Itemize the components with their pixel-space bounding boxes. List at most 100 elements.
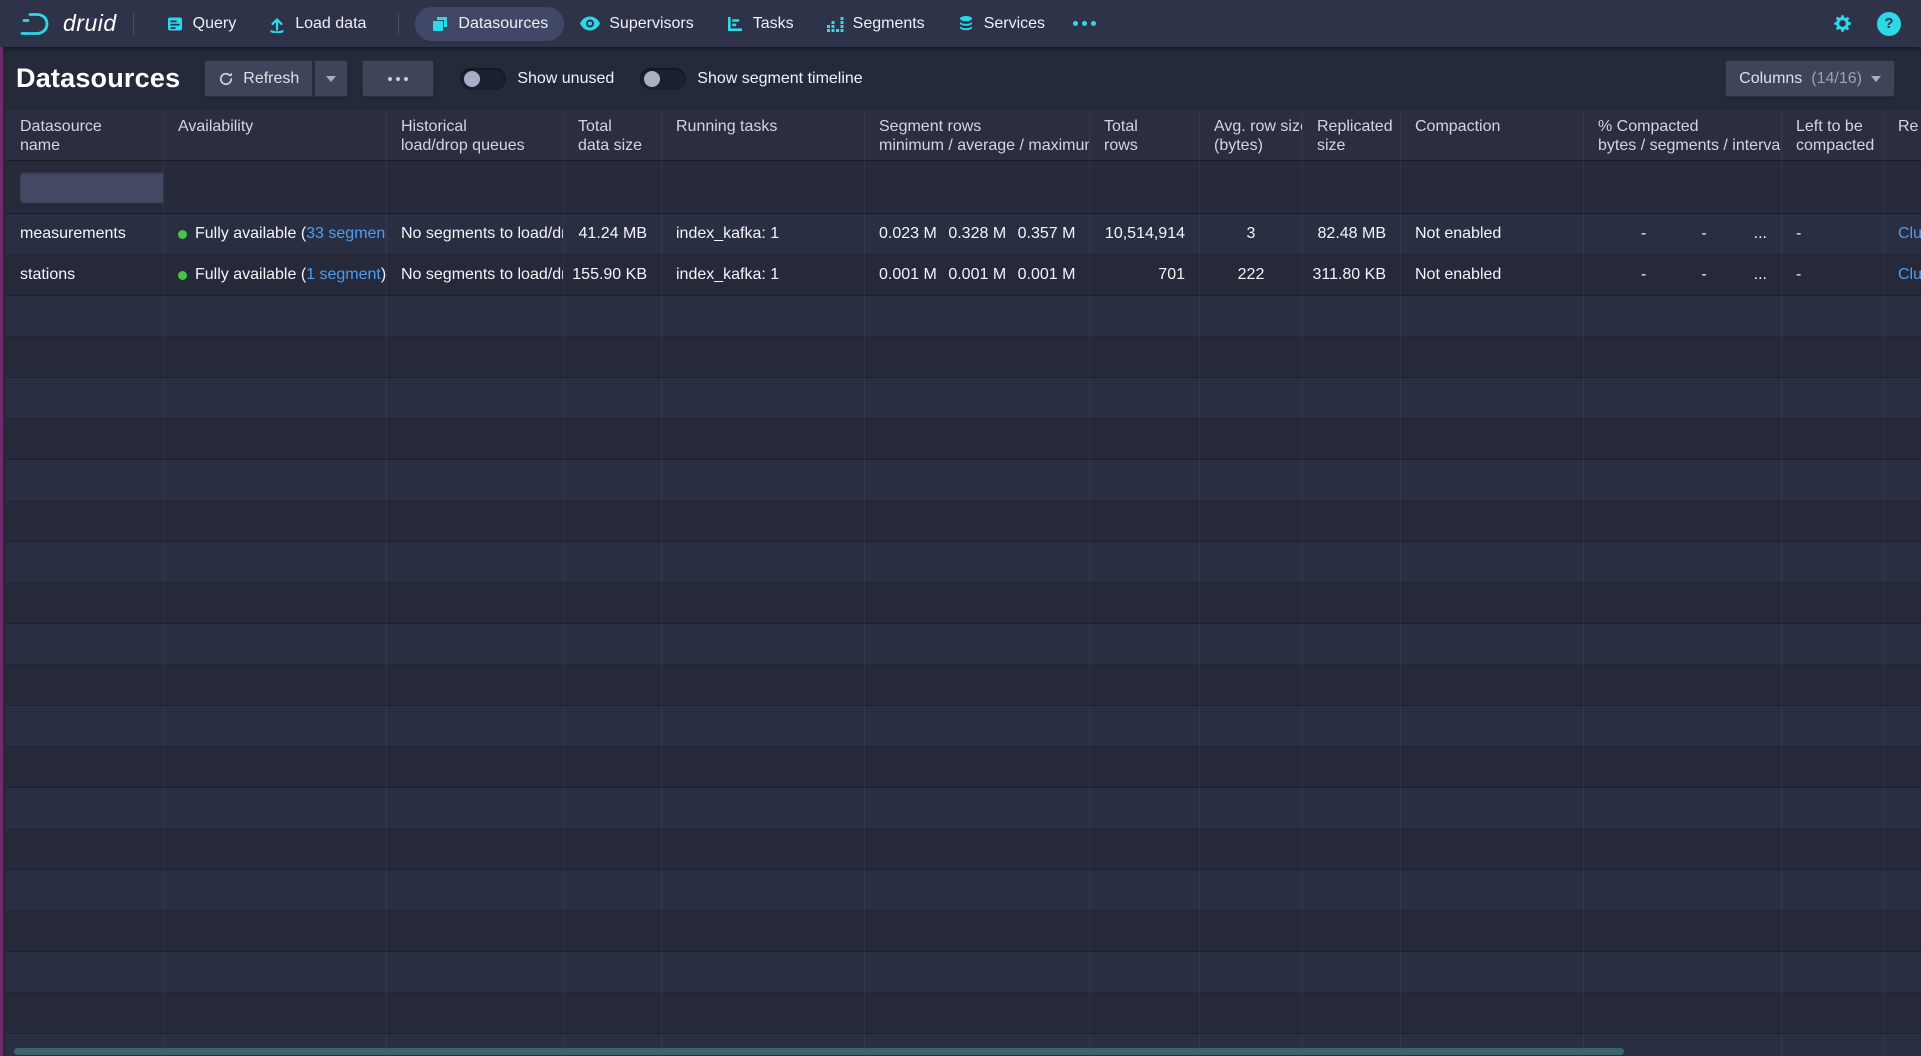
column-header-avg-row-size[interactable]: Avg. row size (bytes) <box>1200 110 1303 160</box>
chevron-down-icon <box>1871 76 1881 82</box>
column-header-replicated-size[interactable]: Replicated size <box>1303 110 1401 160</box>
pct-compacted-cell: - - ... <box>1584 214 1782 254</box>
empty-cell <box>1782 337 1884 377</box>
settings-gear-button[interactable] <box>1832 13 1853 34</box>
empty-cell <box>1401 870 1584 910</box>
navbar-divider <box>398 13 399 35</box>
empty-cell <box>865 419 1090 459</box>
empty-cell <box>1200 501 1303 541</box>
empty-cell <box>564 829 662 869</box>
empty-row <box>6 665 1921 706</box>
nav-item-services[interactable]: Services <box>941 7 1061 41</box>
column-header-left-to-be-compacted[interactable]: Left to be compacted <box>1782 110 1884 160</box>
empty-row <box>6 911 1921 952</box>
column-header-retention[interactable]: Re <box>1884 110 1921 160</box>
column-header-historical-queues[interactable]: Historical load/drop queues <box>387 110 564 160</box>
empty-cell <box>1303 296 1401 336</box>
empty-cell <box>164 501 387 541</box>
refresh-button[interactable]: Refresh <box>204 60 313 97</box>
nav-more-button[interactable] <box>1061 13 1108 34</box>
empty-cell <box>1584 747 1782 787</box>
help-button[interactable]: ? <box>1877 12 1901 36</box>
empty-cell <box>564 952 662 992</box>
show-unused-toggle[interactable] <box>460 68 506 90</box>
empty-cell <box>164 296 387 336</box>
empty-cell <box>1782 460 1884 500</box>
tasks-icon <box>726 15 744 33</box>
retention-link[interactable]: Clu <box>1898 266 1921 284</box>
empty-cell <box>1303 378 1401 418</box>
column-header-segment-rows[interactable]: Segment rows minimum / average / maximum <box>865 110 1090 160</box>
empty-cell <box>164 788 387 828</box>
empty-cell <box>1782 952 1884 992</box>
empty-cell <box>1584 993 1782 1033</box>
columns-selector-button[interactable]: Columns (14/16) <box>1725 60 1895 97</box>
empty-cell <box>1782 911 1884 951</box>
services-icon <box>957 15 975 33</box>
empty-cell <box>1303 501 1401 541</box>
nav-item-query[interactable]: Query <box>150 7 253 41</box>
toggle-knob <box>464 71 480 87</box>
column-header-datasource-name[interactable]: Datasource name <box>6 110 164 160</box>
empty-cell <box>1090 419 1200 459</box>
druid-brand[interactable]: druid <box>20 10 117 37</box>
nav-item-supervisors[interactable]: Supervisors <box>564 7 709 41</box>
datasource-name-filter-input[interactable] <box>20 172 164 203</box>
empty-cell <box>1584 296 1782 336</box>
segments-link[interactable]: 33 segments <box>306 225 387 243</box>
show-unused-label: Show unused <box>517 70 614 88</box>
nav-item-segments[interactable]: Segments <box>810 7 941 41</box>
empty-cell <box>1090 296 1200 336</box>
show-segment-timeline-label: Show segment timeline <box>697 70 862 88</box>
empty-cell <box>164 747 387 787</box>
empty-cell <box>6 993 164 1033</box>
empty-row <box>6 706 1921 747</box>
empty-cell <box>1200 665 1303 705</box>
empty-row <box>6 788 1921 829</box>
empty-cell <box>1303 624 1401 664</box>
column-header-availability[interactable]: Availability <box>164 110 387 160</box>
column-header-total-data-size[interactable]: Total data size <box>564 110 662 160</box>
empty-cell <box>564 583 662 623</box>
empty-row <box>6 419 1921 460</box>
horizontal-scrollbar-thumb[interactable] <box>14 1048 1624 1055</box>
empty-cell <box>662 788 865 828</box>
total-rows-cell: 701 <box>1090 255 1200 295</box>
empty-cell <box>1200 870 1303 910</box>
empty-cell <box>1782 993 1884 1033</box>
empty-cell <box>1584 419 1782 459</box>
empty-cell <box>387 419 564 459</box>
table-filter-row <box>6 161 1921 214</box>
column-header-compaction[interactable]: Compaction <box>1401 110 1584 160</box>
empty-cell <box>1584 460 1782 500</box>
empty-cell <box>1782 747 1884 787</box>
empty-cell <box>164 829 387 869</box>
refresh-interval-dropdown-button[interactable] <box>314 60 348 97</box>
column-header-pct-compacted[interactable]: % Compacted bytes / segments / intervals <box>1584 110 1782 160</box>
empty-cell <box>387 624 564 664</box>
empty-cell <box>1884 378 1921 418</box>
nav-item-datasources[interactable]: Datasources <box>415 7 564 41</box>
show-segment-timeline-toggle[interactable] <box>640 68 686 90</box>
empty-cell <box>564 624 662 664</box>
empty-cell <box>1884 952 1921 992</box>
help-icon: ? <box>1884 15 1893 32</box>
empty-cell <box>1090 624 1200 664</box>
empty-cell <box>1200 993 1303 1033</box>
column-header-total-rows[interactable]: Total rows <box>1090 110 1200 160</box>
empty-cell <box>865 665 1090 705</box>
load-drop-cell: No segments to load/drop <box>387 214 564 254</box>
column-header-running-tasks[interactable]: Running tasks <box>662 110 865 160</box>
empty-row <box>6 501 1921 542</box>
retention-link[interactable]: Clu <box>1898 225 1921 243</box>
more-actions-button[interactable] <box>362 60 434 97</box>
empty-cell <box>1884 583 1921 623</box>
segments-link[interactable]: 1 segment <box>306 266 381 284</box>
datasources-table: Datasource name Availability Historical … <box>6 110 1921 1056</box>
empty-cell <box>564 706 662 746</box>
empty-cell <box>387 911 564 951</box>
nav-item-load-data[interactable]: Load data <box>252 7 382 41</box>
empty-cell <box>1782 788 1884 828</box>
empty-cell <box>1303 952 1401 992</box>
nav-item-tasks[interactable]: Tasks <box>710 7 810 41</box>
